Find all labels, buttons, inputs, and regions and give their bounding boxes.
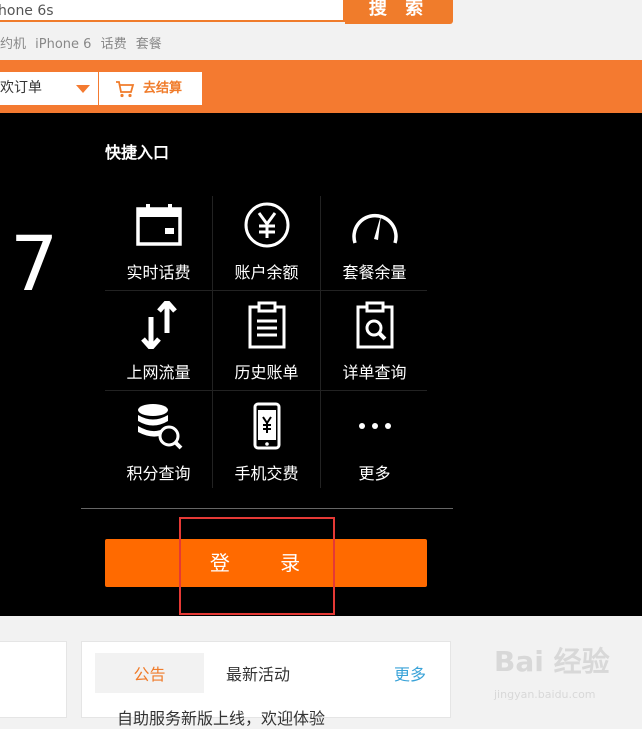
annotation-highlight-box — [179, 517, 335, 615]
quick-item-data-usage[interactable]: 上网流量 — [105, 292, 212, 392]
quick-item-phone-payment[interactable]: 手机交费 — [213, 393, 320, 493]
quick-item-realtime-fee[interactable]: 实时话费 — [105, 192, 212, 292]
calendar-icon — [135, 204, 182, 246]
hot-word[interactable]: iPhone 6 — [35, 37, 91, 52]
quick-item-label: 更多 — [358, 464, 391, 483]
left-card — [0, 641, 67, 718]
hot-words: 约机 iPhone 6 话费 套餐 — [0, 33, 167, 52]
tab-notice[interactable]: 公告 — [95, 653, 204, 693]
clipboard-icon — [248, 301, 285, 349]
watermark-logo: Bai 经验 — [494, 645, 610, 678]
checkout-label: 去结算 — [143, 81, 183, 96]
quick-item-label: 详单查询 — [342, 363, 407, 382]
quick-item-detail-query[interactable]: 详单查询 — [321, 292, 428, 392]
tab-latest-activity[interactable]: 最新活动 — [226, 653, 290, 693]
quick-item-more[interactable]: 更多 — [321, 393, 428, 493]
up-down-arrows-icon — [140, 301, 177, 349]
gauge-icon — [351, 213, 398, 244]
quick-item-label: 上网流量 — [126, 363, 191, 382]
quick-item-account-balance[interactable]: 账户余额 — [213, 192, 320, 292]
quick-item-label: 实时话费 — [126, 263, 191, 282]
search-button[interactable]: 搜 索 — [345, 0, 453, 24]
checkout-button[interactable]: 去结算 — [99, 72, 202, 105]
quick-access-title: 快捷入口 — [105, 143, 170, 162]
more-dots-icon — [358, 423, 391, 429]
quick-item-label: 套餐余量 — [342, 263, 407, 282]
quick-item-label: 积分查询 — [126, 464, 191, 483]
hot-word[interactable]: 套餐 — [136, 37, 162, 52]
news-list-item[interactable]: 自助服务新版上线，欢迎体验 — [117, 705, 325, 729]
yuan-circle-icon — [244, 202, 289, 248]
hot-word[interactable]: 约机 — [0, 37, 26, 52]
chevron-down-icon — [76, 85, 90, 93]
search-input[interactable]: hone 6s — [0, 0, 345, 22]
cart-icon — [116, 81, 135, 98]
watermark: Bai 经验 jingyan.baidu.com — [494, 640, 614, 710]
order-dropdown-label: 欢订单 — [0, 80, 42, 96]
panel-divider — [81, 508, 453, 509]
phone-yuan-icon — [253, 402, 280, 450]
order-dropdown[interactable]: 欢订单 — [0, 72, 98, 105]
database-search-icon — [137, 404, 182, 450]
quick-item-plan-remaining[interactable]: 套餐余量 — [321, 192, 428, 292]
quick-item-label: 账户余额 — [234, 263, 299, 282]
quick-item-label: 历史账单 — [234, 363, 299, 382]
hot-word[interactable]: 话费 — [101, 37, 127, 52]
quick-item-bill-history[interactable]: 历史账单 — [213, 292, 320, 392]
clipboard-search-icon — [356, 301, 393, 349]
banner-text: 7 — [10, 219, 59, 308]
watermark-url: jingyan.baidu.com — [494, 688, 596, 701]
quick-item-label: 手机交费 — [234, 464, 299, 483]
quick-item-points-query[interactable]: 积分查询 — [105, 393, 212, 493]
search-input-value: hone 6s — [0, 3, 54, 19]
more-link[interactable]: 更多 — [394, 653, 426, 693]
